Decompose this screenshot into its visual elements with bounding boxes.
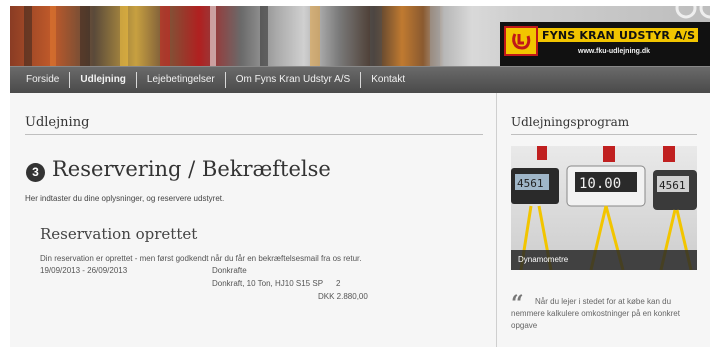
reservation-quantity: 2	[336, 279, 341, 288]
banner-photo-strip	[80, 6, 90, 66]
banner-photo-strip	[310, 6, 320, 66]
reservation-price: DKK 2.880,00	[318, 292, 368, 301]
banner-photo-strip	[210, 6, 216, 66]
nav-item-lejebetingelser[interactable]: Lejebetingelser	[137, 72, 226, 88]
nav-item-forside[interactable]: Forside	[10, 72, 71, 88]
display-left: 4561	[517, 177, 544, 190]
nav-item-om[interactable]: Om Fyns Kran Udstyr A/S	[226, 72, 362, 88]
intro-text: Her indtaster du dine oplysninger, og re…	[25, 194, 225, 203]
step-number-badge: 3	[26, 163, 45, 182]
reservation-item: Donkraft, 10 Ton, HJ10 S15 SP	[212, 279, 324, 288]
display-right: 4561	[659, 179, 686, 192]
section-divider	[25, 134, 483, 135]
brand-url: www.fku-udlejning.dk	[578, 48, 651, 55]
reservation-category: Donkrafte	[212, 266, 247, 275]
banner-photo-strip	[50, 6, 56, 66]
header-banner: FYNS KRAN UDSTYR A/S www.fku-udlejning.d…	[10, 6, 710, 66]
promo-caption[interactable]: Dynamometre	[511, 250, 697, 270]
nav-item-kontakt[interactable]: Kontakt	[361, 72, 415, 88]
sidebar-quote: Når du lejer i stedet for at købe kan du…	[511, 297, 680, 330]
main-nav: Forside Udlejning Lejebetingelser Om Fyn…	[10, 66, 710, 93]
banner-photo-strip	[160, 6, 170, 66]
sidebar-title: Udlejningsprogram	[511, 115, 630, 129]
confirmation-heading: Reservation oprettet	[40, 225, 198, 243]
confirmation-text: Din reservation er oprettet - men først …	[40, 254, 362, 263]
banner-photo-strip	[430, 6, 440, 66]
banner-photo-strip	[120, 6, 128, 66]
sidebar-divider	[511, 134, 697, 135]
page-content: Udlejning 3 Reservering / Bekræftelse He…	[10, 93, 710, 347]
banner-photo-strip	[370, 6, 382, 66]
banner-photo-strip	[260, 6, 268, 66]
display-middle: 10.00	[579, 176, 621, 192]
reservation-dates: 19/09/2013 - 26/09/2013	[40, 266, 128, 275]
page-title: Reservering / Bekræftelse	[52, 157, 331, 181]
brand-name: FYNS KRAN UDSTYR A/S	[542, 29, 696, 42]
section-title: Udlejning	[25, 115, 90, 130]
nav-item-udlejning[interactable]: Udlejning	[70, 72, 137, 88]
banner-photo-strip	[24, 6, 32, 66]
main-column: Udlejning 3 Reservering / Bekræftelse He…	[10, 93, 496, 347]
sidebar: Udlejningsprogram 4561 10.00 4561 Dynamo…	[497, 93, 710, 347]
company-logo-icon[interactable]	[504, 26, 538, 56]
